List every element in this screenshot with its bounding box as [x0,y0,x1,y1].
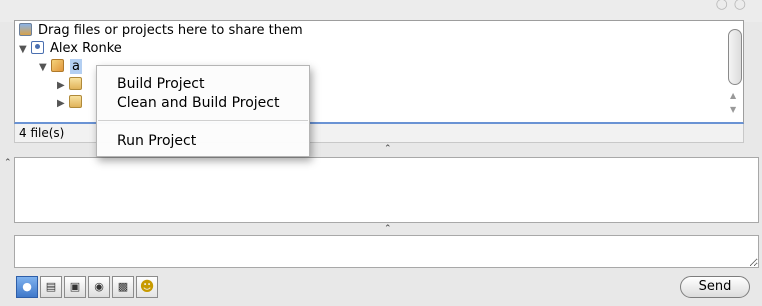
smiley-icon: ☻ [139,279,155,295]
menu-item-run-project[interactable]: Run Project [117,132,196,150]
drop-hint-label: Drag files or projects here to share the… [38,23,303,38]
send-document-button[interactable]: ▤ [40,276,62,298]
user-icon [31,41,44,54]
tree-row-drop-hint: Drag files or projects here to share the… [19,22,303,40]
chat-log [14,157,759,223]
message-input[interactable] [14,235,759,268]
tree-scrollbar[interactable]: ▲ ▼ [727,25,742,119]
send-button[interactable]: Send [680,276,750,298]
project-icon [51,59,64,72]
emoticon-button[interactable]: ☻ [136,276,158,298]
send-image-button[interactable]: ▣ [64,276,86,298]
top-strip: ○○ [0,0,762,22]
collapse-handle-icon[interactable]: ⌃ [4,158,12,168]
send-file-button[interactable]: ◉ [88,276,110,298]
chat-icon: ● [22,280,32,293]
expand-triangle-icon[interactable]: ▼ [19,41,31,59]
tree-row-user[interactable]: ▼ Alex Ronke [19,40,122,58]
menu-item-build-project[interactable]: Build Project [117,75,205,93]
split-handle-icon[interactable]: ⌃ [384,224,392,234]
tree-row-folder[interactable]: ▶ [57,76,88,94]
user-name: Alex Ronke [50,41,122,56]
window-control-icons: ○○ [715,0,752,12]
document-icon: ▤ [45,280,57,293]
tree-row-project[interactable]: ▼ a [39,58,82,76]
add-file-button[interactable]: ▩ [112,276,134,298]
scroll-up-icon[interactable]: ▲ [730,91,736,100]
context-menu: Build Project Clean and Build Project Ru… [96,65,310,157]
file-add-icon: ▩ [117,280,129,293]
expand-triangle-icon[interactable]: ▼ [39,59,51,77]
image-icon: ▣ [69,280,81,293]
collapse-triangle-icon[interactable]: ▶ [57,95,69,113]
project-label: a [70,59,82,74]
menu-item-clean-build-project[interactable]: Clean and Build Project [117,94,279,112]
collapse-triangle-icon[interactable]: ▶ [57,77,69,95]
file-icon: ◉ [94,280,104,293]
tree-row-folder[interactable]: ▶ [57,94,88,112]
menu-separator [98,120,308,121]
folder-icon [69,77,82,90]
folder-icon [69,95,82,108]
scroll-down-icon[interactable]: ▼ [730,105,736,114]
file-count: 4 file(s) [19,126,65,140]
split-handle-icon[interactable]: ⌃ [384,144,392,154]
scrollbar-thumb[interactable] [728,29,742,85]
share-icon [19,23,32,36]
chat-mode-button[interactable]: ● [16,276,38,298]
